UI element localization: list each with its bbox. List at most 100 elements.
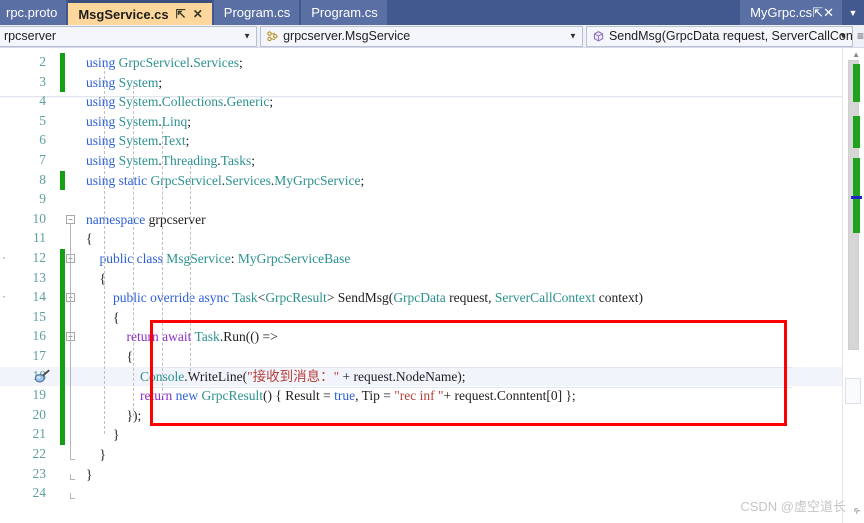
code-line-row[interactable]: 21 } bbox=[0, 425, 864, 445]
chevron-down-icon: ▼ bbox=[848, 7, 858, 18]
code-line-row[interactable]: 20 }); bbox=[0, 405, 864, 426]
bookmark-icon[interactable] bbox=[33, 369, 51, 385]
code-line-row[interactable]: 16− return await Task.Run(() => bbox=[0, 327, 864, 347]
tab-list-dropdown-button[interactable]: ▼ bbox=[842, 0, 864, 25]
code-line-row[interactable]: 18 Console.WriteLine("接收到消息：" + request.… bbox=[0, 366, 864, 388]
line-number: 22 bbox=[32, 446, 47, 461]
watermark-text: CSDN @虚空道长 bbox=[740, 499, 846, 514]
line-number: 7 bbox=[39, 152, 46, 167]
tab-msgservice-cs[interactable]: MsgService.cs ⇱ ✕ bbox=[68, 0, 212, 25]
tab-label: rpc.proto bbox=[6, 5, 58, 20]
code-text[interactable]: return new GrpcResult() { Result = true,… bbox=[86, 386, 576, 406]
editor-tab-bar: rpc.proto MsgService.cs ⇱ ✕ Program.cs P… bbox=[0, 0, 864, 25]
unsaved-change-bar bbox=[60, 425, 65, 445]
line-number: 12 bbox=[32, 250, 47, 265]
scroll-down-icon[interactable]: « bbox=[850, 503, 864, 518]
pin-icon[interactable]: ⇱ bbox=[812, 5, 823, 21]
code-line-row[interactable]: 11 { bbox=[0, 229, 864, 249]
code-line-row[interactable]: 24 bbox=[0, 484, 864, 504]
code-text[interactable]: } bbox=[86, 425, 119, 445]
code-navigation-bar: rpcserver ▼ grpcserver.MsgService ▼ Send… bbox=[0, 25, 864, 48]
unsaved-change-bar bbox=[60, 307, 65, 328]
scroll-up-icon[interactable]: ▲ bbox=[852, 50, 860, 59]
code-text[interactable]: { bbox=[86, 347, 133, 367]
code-line-row[interactable]: 23} bbox=[0, 465, 864, 485]
navbar-overflow-icon[interactable]: ≡ bbox=[857, 29, 864, 43]
code-line-row[interactable]: 15 { bbox=[0, 307, 864, 328]
code-line-row[interactable]: ·12− public class MsgService: MyGrpcServ… bbox=[0, 249, 864, 269]
code-text[interactable]: using System.Text; bbox=[86, 131, 189, 151]
line-number: 4 bbox=[39, 93, 46, 109]
code-text[interactable]: using GrpcServicel.Services; bbox=[86, 53, 243, 73]
indent-guide bbox=[133, 86, 134, 416]
code-line-row[interactable]: 8 using static GrpcServicel.Services.MyGr… bbox=[0, 170, 864, 191]
class-selector-dropdown[interactable]: grpcserver.MsgService ▼ bbox=[260, 25, 583, 47]
line-number: 8 bbox=[39, 171, 46, 187]
code-line-row[interactable]: 9 bbox=[0, 190, 864, 210]
code-line-row[interactable]: 19 return new GrpcResult() { Result = tr… bbox=[0, 386, 864, 406]
line-number: 5 bbox=[39, 112, 46, 128]
member-selector-dropdown[interactable]: SendMsg(GrpcData request, ServerCallCont… bbox=[585, 25, 853, 47]
line-number: 9 bbox=[39, 191, 46, 207]
code-lines-container: 2 using GrpcServicel.Services; 3 using Syst… bbox=[0, 48, 864, 523]
line-number: 23 bbox=[32, 465, 47, 481]
tab-label: Program.cs bbox=[311, 5, 378, 20]
code-text[interactable]: using System; bbox=[86, 73, 162, 93]
project-selector-dropdown[interactable]: rpcserver ▼ bbox=[0, 25, 258, 47]
code-text[interactable]: public class MsgService: MyGrpcServiceBa… bbox=[86, 249, 351, 269]
close-icon[interactable]: ✕ bbox=[193, 8, 203, 20]
project-selector-label: rpcserver bbox=[4, 29, 57, 43]
code-line-row[interactable]: 22 } bbox=[0, 445, 864, 465]
tab-program-cs-2[interactable]: Program.cs bbox=[301, 0, 387, 25]
line-number: 17 bbox=[32, 348, 47, 363]
code-line-row[interactable]: 10− namespace grpcserver bbox=[0, 210, 864, 230]
chevron-down-icon: ▼ bbox=[839, 31, 847, 41]
code-text[interactable]: using System.Linq; bbox=[86, 112, 191, 132]
unsaved-change-bar bbox=[60, 72, 65, 93]
tab-label: MyGrpc.cs bbox=[750, 5, 813, 20]
code-text[interactable]: } bbox=[86, 465, 92, 485]
code-text[interactable]: using static GrpcServicel.Services.MyGrp… bbox=[86, 171, 364, 191]
tab-label: Program.cs bbox=[223, 5, 291, 20]
code-text[interactable]: Console.WriteLine("接收到消息：" + request.Nod… bbox=[86, 367, 466, 387]
line-number: 2 bbox=[39, 54, 46, 69]
unsaved-change-bar bbox=[60, 288, 65, 308]
code-line-row[interactable]: 13 { bbox=[0, 268, 864, 289]
code-text[interactable]: using System.Threading.Tasks; bbox=[86, 151, 255, 171]
code-text[interactable]: public override async Task<GrpcResult> S… bbox=[86, 288, 643, 308]
line-number: 24 bbox=[32, 485, 47, 501]
code-line-row[interactable]: 5 using System.Linq; bbox=[0, 112, 864, 132]
code-line-row[interactable]: 17 { bbox=[0, 347, 864, 367]
pin-icon[interactable]: ⇱ bbox=[176, 8, 186, 20]
code-text[interactable]: using System.Collections.Generic; bbox=[86, 92, 273, 112]
code-line-row[interactable]: 7 using System.Threading.Tasks; bbox=[0, 151, 864, 171]
code-text[interactable]: } bbox=[86, 445, 106, 465]
unsaved-change-bar bbox=[60, 327, 65, 347]
line-number: 15 bbox=[32, 308, 47, 324]
code-text[interactable]: return await Task.Run(() => bbox=[86, 327, 278, 347]
code-text[interactable]: { bbox=[86, 269, 106, 289]
code-text[interactable]: { bbox=[86, 229, 92, 249]
line-number: 14 bbox=[32, 289, 47, 305]
line-number: 6 bbox=[39, 132, 46, 148]
code-line-row[interactable]: ·14− public override async Task<GrpcResu… bbox=[0, 288, 864, 308]
indent-guide bbox=[190, 166, 191, 376]
vertical-scrollbar[interactable]: ▲ « bbox=[842, 48, 864, 523]
close-icon[interactable]: ✕ bbox=[823, 5, 834, 21]
scrollbar-annotation-box bbox=[845, 378, 861, 404]
code-line-row[interactable]: 3 using System; bbox=[0, 72, 864, 93]
line-number: 3 bbox=[39, 73, 46, 89]
code-line-row[interactable]: 6 using System.Text; bbox=[0, 131, 864, 151]
class-selector-label: grpcserver.MsgService bbox=[283, 29, 411, 43]
code-line-row[interactable]: 2 using GrpcServicel.Services; bbox=[0, 53, 864, 73]
tab-program-cs-1[interactable]: Program.cs bbox=[213, 0, 300, 25]
line-number: 16 bbox=[32, 328, 47, 344]
code-text[interactable]: { bbox=[86, 308, 119, 328]
line-number: 19 bbox=[32, 387, 47, 403]
code-editor-surface[interactable]: 2 using GrpcServicel.Services; 3 using Syst… bbox=[0, 48, 864, 523]
cursor-position-marker bbox=[851, 196, 862, 199]
tab-rpc-proto[interactable]: rpc.proto bbox=[0, 0, 67, 25]
code-line-row[interactable]: 4 using System.Collections.Generic; bbox=[0, 92, 864, 112]
tab-mygrpc-cs[interactable]: MyGrpc.cs ⇱ ✕ bbox=[740, 0, 842, 25]
fold-end-bracket bbox=[70, 473, 75, 480]
